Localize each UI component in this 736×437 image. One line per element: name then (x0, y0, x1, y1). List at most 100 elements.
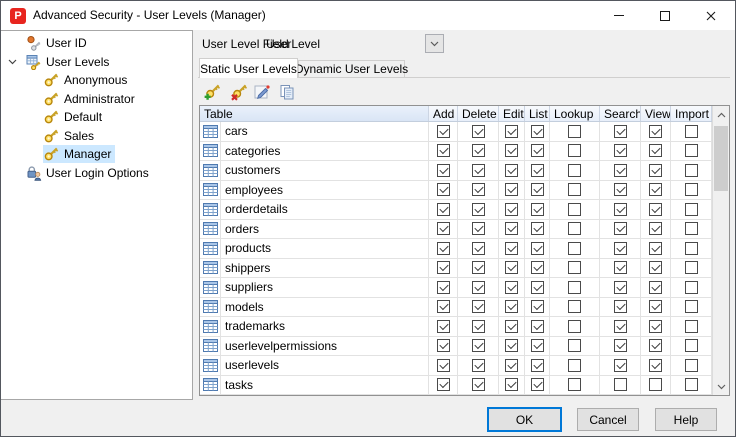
checkbox-view[interactable] (649, 183, 662, 196)
user-level-field-value[interactable]: UserLevel (266, 37, 320, 51)
checkbox-edit[interactable] (505, 242, 518, 255)
checkbox-search[interactable] (614, 281, 627, 294)
checkbox-delete[interactable] (472, 164, 485, 177)
checkbox-import[interactable] (685, 261, 698, 274)
checkbox-delete[interactable] (472, 300, 485, 313)
checkbox-add[interactable] (437, 320, 450, 333)
checkbox-edit[interactable] (505, 281, 518, 294)
checkbox-add[interactable] (437, 222, 450, 235)
sidebar-item-sales[interactable]: Sales (1, 127, 192, 146)
maximize-button[interactable] (642, 1, 688, 30)
checkbox-import[interactable] (685, 164, 698, 177)
checkbox-import[interactable] (685, 320, 698, 333)
checkbox-lookup[interactable] (568, 261, 581, 274)
checkbox-import[interactable] (685, 242, 698, 255)
table-name-cell[interactable]: customers (221, 161, 429, 180)
checkbox-edit[interactable] (505, 320, 518, 333)
checkbox-view[interactable] (649, 261, 662, 274)
table-name-cell[interactable]: employees (221, 181, 429, 200)
user-level-field-dropdown-button[interactable] (425, 34, 444, 53)
checkbox-lookup[interactable] (568, 144, 581, 157)
tab-dynamic-user-levels[interactable]: Dynamic User Levels (298, 60, 405, 77)
column-header-import[interactable]: Import (671, 106, 712, 121)
edit-user-level-button[interactable] (251, 81, 273, 103)
row-header-cell[interactable] (200, 220, 221, 239)
row-header-cell[interactable] (200, 337, 221, 356)
checkbox-edit[interactable] (505, 261, 518, 274)
checkbox-import[interactable] (685, 300, 698, 313)
table-name-cell[interactable]: trademarks (221, 317, 429, 336)
checkbox-search[interactable] (614, 242, 627, 255)
checkbox-view[interactable] (649, 339, 662, 352)
table-row[interactable]: userlevelpermissions (200, 337, 712, 357)
scroll-down-button[interactable] (713, 378, 729, 395)
table-name-cell[interactable]: models (221, 298, 429, 317)
sidebar-item-user-login-options[interactable]: User Login Options (1, 164, 192, 183)
checkbox-edit[interactable] (505, 144, 518, 157)
checkbox-list[interactable] (531, 300, 544, 313)
checkbox-import[interactable] (685, 222, 698, 235)
column-header-edit[interactable]: Edit (499, 106, 525, 121)
sidebar-item-manager[interactable]: Manager (1, 145, 192, 164)
checkbox-add[interactable] (437, 359, 450, 372)
column-header-search[interactable]: Search (600, 106, 641, 121)
checkbox-lookup[interactable] (568, 339, 581, 352)
checkbox-import[interactable] (685, 144, 698, 157)
checkbox-lookup[interactable] (568, 359, 581, 372)
sidebar-item-anonymous[interactable]: Anonymous (1, 71, 192, 90)
checkbox-add[interactable] (437, 281, 450, 294)
checkbox-add[interactable] (437, 300, 450, 313)
vertical-scrollbar[interactable] (712, 106, 729, 395)
checkbox-add[interactable] (437, 144, 450, 157)
checkbox-delete[interactable] (472, 242, 485, 255)
table-row[interactable]: employees (200, 181, 712, 201)
titlebar[interactable]: P Advanced Security - User Levels (Manag… (1, 1, 735, 30)
checkbox-view[interactable] (649, 144, 662, 157)
checkbox-list[interactable] (531, 222, 544, 235)
checkbox-search[interactable] (614, 300, 627, 313)
ok-button[interactable]: OK (487, 407, 562, 432)
checkbox-add[interactable] (437, 261, 450, 274)
help-button[interactable]: Help (655, 408, 717, 431)
checkbox-search[interactable] (614, 125, 627, 138)
checkbox-list[interactable] (531, 281, 544, 294)
checkbox-list[interactable] (531, 125, 544, 138)
row-header-cell[interactable] (200, 317, 221, 336)
row-header-cell[interactable] (200, 181, 221, 200)
checkbox-view[interactable] (649, 164, 662, 177)
table-row[interactable]: orderdetails (200, 200, 712, 220)
checkbox-view[interactable] (649, 281, 662, 294)
checkbox-delete[interactable] (472, 183, 485, 196)
table-row[interactable]: shippers (200, 259, 712, 279)
checkbox-add[interactable] (437, 125, 450, 138)
column-header-table[interactable]: Table (200, 106, 429, 121)
chevron-down-icon[interactable] (8, 59, 17, 65)
checkbox-search[interactable] (614, 339, 627, 352)
row-header-cell[interactable] (200, 278, 221, 297)
row-header-cell[interactable] (200, 200, 221, 219)
checkbox-delete[interactable] (472, 261, 485, 274)
checkbox-import[interactable] (685, 339, 698, 352)
row-header-cell[interactable] (200, 376, 221, 395)
checkbox-edit[interactable] (505, 339, 518, 352)
checkbox-delete[interactable] (472, 339, 485, 352)
row-header-cell[interactable] (200, 356, 221, 375)
column-header-add[interactable]: Add (429, 106, 458, 121)
row-header-cell[interactable] (200, 161, 221, 180)
table-name-cell[interactable]: tasks (221, 376, 429, 395)
checkbox-add[interactable] (437, 378, 450, 391)
checkbox-view[interactable] (649, 242, 662, 255)
copy-permissions-button[interactable] (276, 81, 298, 103)
checkbox-list[interactable] (531, 339, 544, 352)
checkbox-list[interactable] (531, 261, 544, 274)
table-row[interactable]: tasks (200, 376, 712, 396)
checkbox-edit[interactable] (505, 378, 518, 391)
table-name-cell[interactable]: orders (221, 220, 429, 239)
checkbox-search[interactable] (614, 261, 627, 274)
row-header-cell[interactable] (200, 122, 221, 141)
checkbox-lookup[interactable] (568, 242, 581, 255)
scrollbar-thumb[interactable] (714, 126, 728, 191)
checkbox-lookup[interactable] (568, 281, 581, 294)
add-user-level-button[interactable] (201, 81, 223, 103)
checkbox-import[interactable] (685, 183, 698, 196)
